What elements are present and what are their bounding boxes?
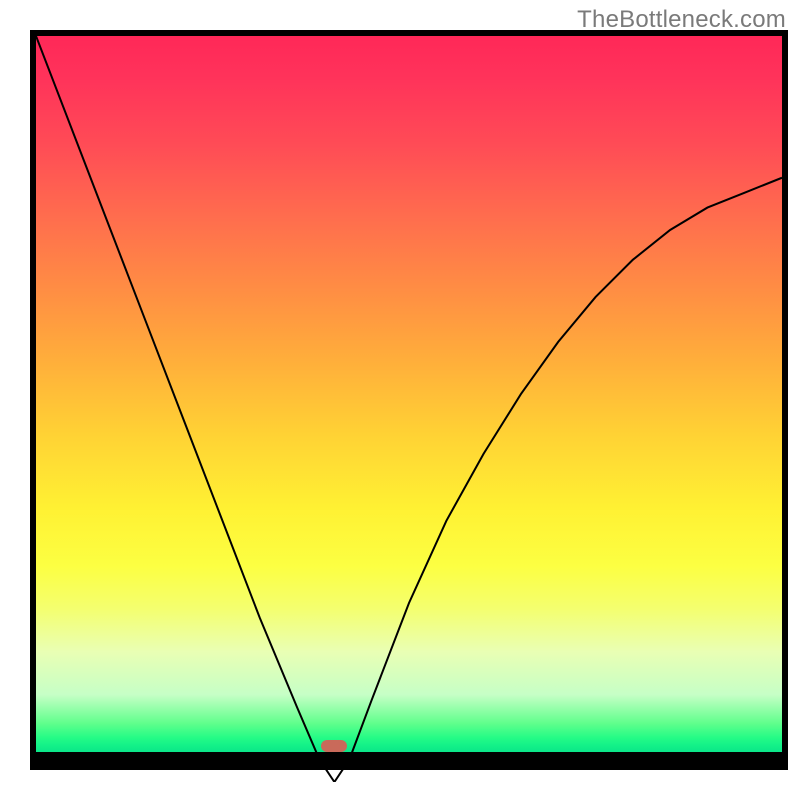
chart-frame: TheBottleneck.com: [0, 0, 800, 800]
watermark-text: TheBottleneck.com: [577, 6, 786, 34]
plot-border: [30, 30, 788, 770]
bottleneck-curve: [36, 36, 782, 782]
curve-path: [36, 36, 782, 782]
optimal-marker: [321, 740, 347, 752]
